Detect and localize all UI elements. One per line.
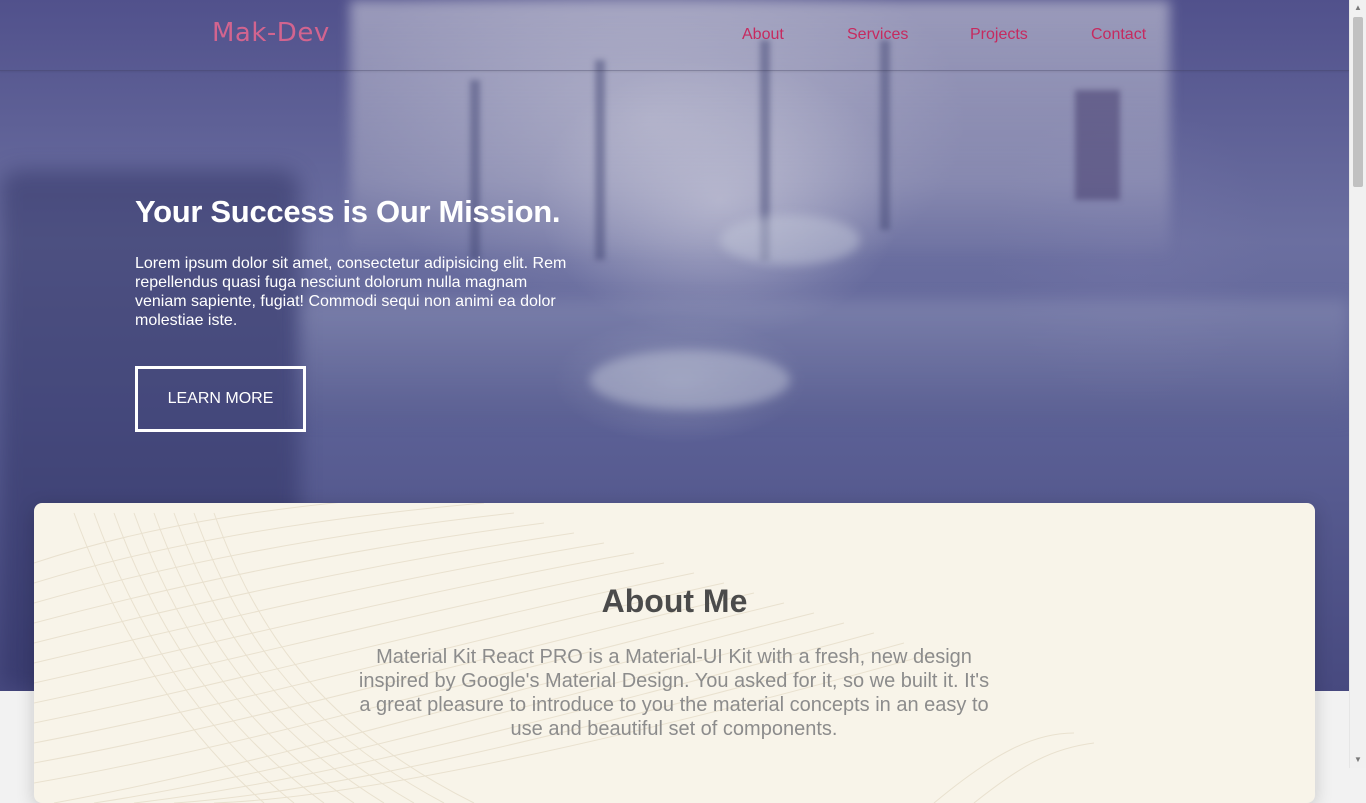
hero-title: Your Success is Our Mission. — [135, 194, 561, 229]
hero-description: Lorem ipsum dolor sit amet, consectetur … — [135, 255, 567, 329]
hero-background-bottle — [1075, 90, 1120, 200]
scroll-down-arrow-icon[interactable]: ▼ — [1350, 752, 1366, 768]
hero-background-glass — [720, 215, 860, 265]
nav-link-projects[interactable]: Projects — [970, 26, 1028, 44]
hero-background-pole — [470, 80, 480, 260]
about-card: About Me Material Kit React PRO is a Mat… — [34, 503, 1315, 803]
hero-background-glass — [590, 350, 790, 410]
nav-link-services[interactable]: Services — [847, 26, 908, 44]
scrollbar-thumb[interactable] — [1353, 17, 1363, 187]
nav-link-contact[interactable]: Contact — [1091, 26, 1146, 44]
navbar: Mak-Dev About Services Projects Contact — [0, 0, 1349, 71]
about-title: About Me — [601, 583, 748, 619]
about-description: Material Kit React PRO is a Material-UI … — [358, 646, 990, 740]
vertical-scrollbar[interactable]: ▲ ▼ — [1349, 0, 1366, 768]
nav-link-about[interactable]: About — [742, 26, 784, 44]
brand-logo[interactable]: Mak-Dev — [212, 18, 330, 48]
scroll-up-arrow-icon[interactable]: ▲ — [1350, 0, 1366, 16]
hero-background-pole — [595, 60, 605, 260]
learn-more-button[interactable]: LEARN MORE — [135, 366, 306, 432]
